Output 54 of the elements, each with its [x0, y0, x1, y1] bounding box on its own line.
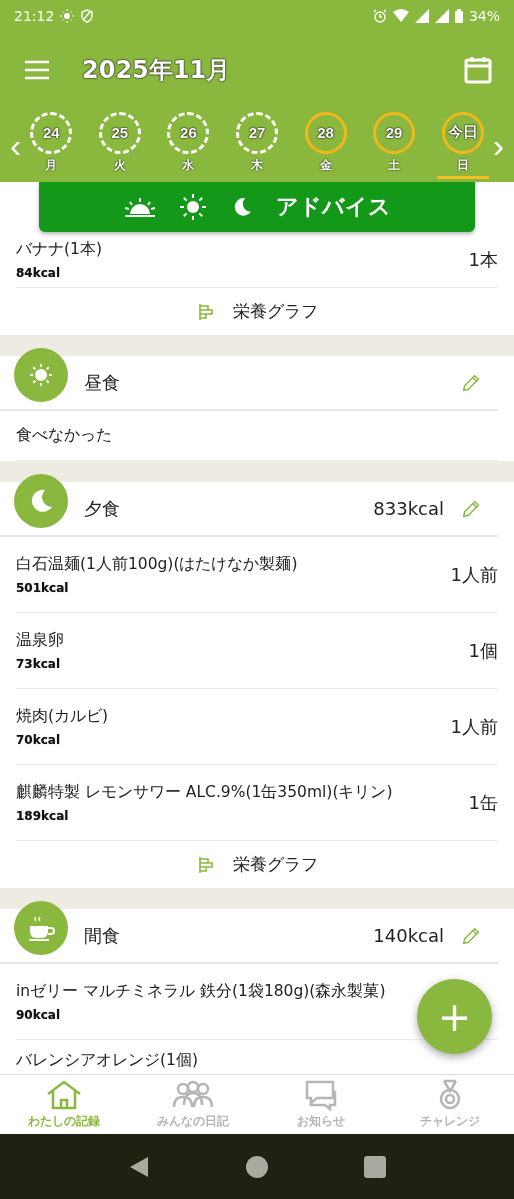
- month-title: 2025年11月: [82, 55, 232, 86]
- food-name: 温泉卵: [16, 630, 64, 651]
- shield-icon: [80, 9, 95, 23]
- food-row[interactable]: 白石温麺(1人前100g)(はたけなか製麺) 501kcal 1人前: [16, 537, 498, 613]
- food-kcal: 90kcal: [16, 1008, 60, 1022]
- food-name: 麒麟特製 レモンサワー ALC.9%(1缶350ml)(キリン): [16, 782, 393, 803]
- food-kcal: 70kcal: [16, 733, 60, 747]
- food-quantity: 1個: [468, 638, 498, 663]
- food-row[interactable]: バナナ(1本) 84kcal 1本: [16, 232, 498, 288]
- calendar-icon[interactable]: [464, 56, 492, 84]
- meal-title: 夕食: [84, 496, 120, 521]
- nav-tab[interactable]: みんなの日記: [128, 1075, 257, 1134]
- food-name: 白石温麺(1人前100g)(はたけなか製麺): [16, 554, 298, 575]
- alarm-icon: [372, 9, 387, 23]
- status-time: 21:12: [14, 8, 55, 24]
- menu-icon[interactable]: [24, 60, 50, 80]
- food-name: 焼肉(カルビ): [16, 706, 109, 727]
- recents-icon[interactable]: [364, 1155, 387, 1178]
- food-name: バナナ(1本): [16, 239, 102, 260]
- nav-tab[interactable]: お知らせ: [257, 1075, 386, 1134]
- wifi-icon: [392, 9, 409, 23]
- food-quantity: 1人前: [450, 562, 498, 587]
- battery-level: 34%: [468, 8, 500, 24]
- food-quantity: 1人前: [450, 714, 498, 739]
- sun-icon: [177, 192, 208, 222]
- sun-icon: [60, 9, 75, 23]
- signal-icon: [414, 9, 429, 23]
- home-icon[interactable]: [245, 1154, 269, 1179]
- food-quantity: 1本: [468, 247, 498, 272]
- sunrise-icon: [123, 196, 156, 218]
- meal-total: 140kcal: [373, 925, 444, 946]
- food-name: inゼリー マルチミネラル 鉄分(1袋180g)(森永製菓): [16, 981, 386, 1002]
- meal-note: 食べなかった: [16, 425, 112, 446]
- food-quantity: 1缶: [468, 790, 498, 815]
- battery-icon: [454, 9, 463, 23]
- food-kcal: 189kcal: [16, 809, 69, 823]
- food-row[interactable]: 焼肉(カルビ) 70kcal 1人前: [16, 689, 498, 765]
- food-row[interactable]: 麒麟特製 レモンサワー ALC.9%(1缶350ml)(キリン) 189kcal 1缶: [16, 765, 498, 841]
- nutrition-graph-button[interactable]: 栄養グラフ: [0, 841, 514, 888]
- signal-icon: [434, 9, 449, 23]
- next-week-button[interactable]: ›: [488, 128, 508, 162]
- nutrition-graph-button[interactable]: 栄養グラフ: [0, 288, 514, 335]
- nav-tab[interactable]: わたしの記録: [0, 1075, 129, 1134]
- previous-week-button[interactable]: ‹: [6, 128, 26, 162]
- nav-tab[interactable]: チャレンジ: [385, 1075, 514, 1134]
- food-name: バレンシアオレンジ(1個): [16, 1050, 198, 1071]
- meal-title: 昼食: [84, 370, 120, 395]
- food-kcal: 73kcal: [16, 657, 60, 671]
- food-kcal: 84kcal: [16, 266, 60, 280]
- advice-button[interactable]: アドバイス: [39, 182, 475, 232]
- meal-title: 間食: [84, 923, 120, 948]
- food-kcal: 501kcal: [16, 581, 69, 595]
- meal-total: 833kcal: [373, 498, 444, 519]
- food-row[interactable]: 温泉卵 73kcal 1個: [16, 613, 498, 689]
